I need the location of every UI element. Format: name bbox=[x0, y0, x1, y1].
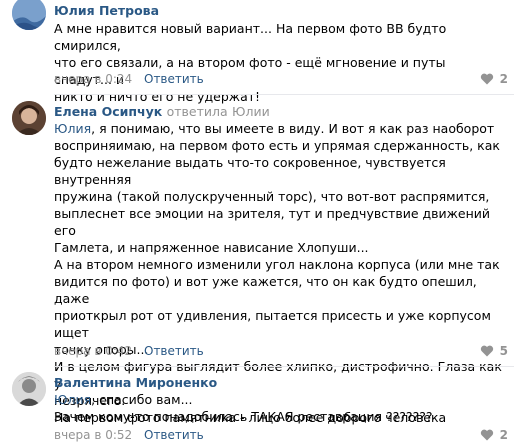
reply-button[interactable]: Ответить bbox=[144, 428, 204, 442]
mention-link[interactable]: Юлия bbox=[54, 392, 91, 407]
comment-time[interactable]: вчера в 0:24 bbox=[54, 72, 132, 86]
comment-meta: вчера в 0:42 Ответить bbox=[54, 344, 204, 358]
comment-text: Юлия, спасибо вам... Зачем кому-то понад… bbox=[54, 391, 506, 425]
comment-author: Елена Осипчук ответила Юлии bbox=[54, 104, 270, 119]
heart-icon bbox=[480, 345, 493, 357]
avatar[interactable] bbox=[12, 372, 46, 406]
comment-text: А мне нравится новый вариант... На перво… bbox=[54, 21, 447, 104]
mention-link[interactable]: Юлия bbox=[54, 121, 91, 136]
avatar[interactable] bbox=[12, 0, 46, 30]
comment-author[interactable]: Юлия Петрова bbox=[54, 3, 159, 18]
like-count: 2 bbox=[499, 72, 508, 86]
comment-body: , спасибо вам... Зачем кому-то понадобил… bbox=[54, 392, 433, 424]
reply-button[interactable]: Ответить bbox=[144, 72, 204, 86]
divider bbox=[54, 366, 514, 367]
comment-author[interactable]: Валентина Мироненко bbox=[54, 375, 217, 390]
comment-meta: вчера в 0:24 Ответить bbox=[54, 72, 204, 86]
reply-button[interactable]: Ответить bbox=[144, 344, 204, 358]
like-count: 5 bbox=[499, 344, 508, 358]
replied-to-name[interactable]: Юлии bbox=[232, 104, 270, 119]
like-button[interactable]: 2 bbox=[480, 72, 508, 86]
comment-time[interactable]: вчера в 0:42 bbox=[54, 344, 132, 358]
avatar-photo-icon bbox=[12, 101, 46, 135]
avatar[interactable] bbox=[12, 101, 46, 135]
like-button[interactable]: 2 bbox=[480, 428, 508, 442]
comment-1: Юлия Петрова А мне нравится новый вариан… bbox=[0, 0, 520, 104]
avatar-photo-icon bbox=[12, 372, 46, 406]
replied-label: ответила bbox=[166, 104, 228, 119]
avatar-photo-icon bbox=[12, 0, 46, 30]
like-button[interactable]: 5 bbox=[480, 344, 508, 358]
heart-icon bbox=[480, 73, 493, 85]
author-name[interactable]: Елена Осипчук bbox=[54, 104, 162, 119]
heart-icon bbox=[480, 429, 493, 441]
comment-time[interactable]: вчера в 0:52 bbox=[54, 428, 132, 442]
divider bbox=[54, 94, 514, 95]
like-count: 2 bbox=[499, 428, 508, 442]
comment-meta: вчера в 0:52 Ответить bbox=[54, 428, 204, 442]
